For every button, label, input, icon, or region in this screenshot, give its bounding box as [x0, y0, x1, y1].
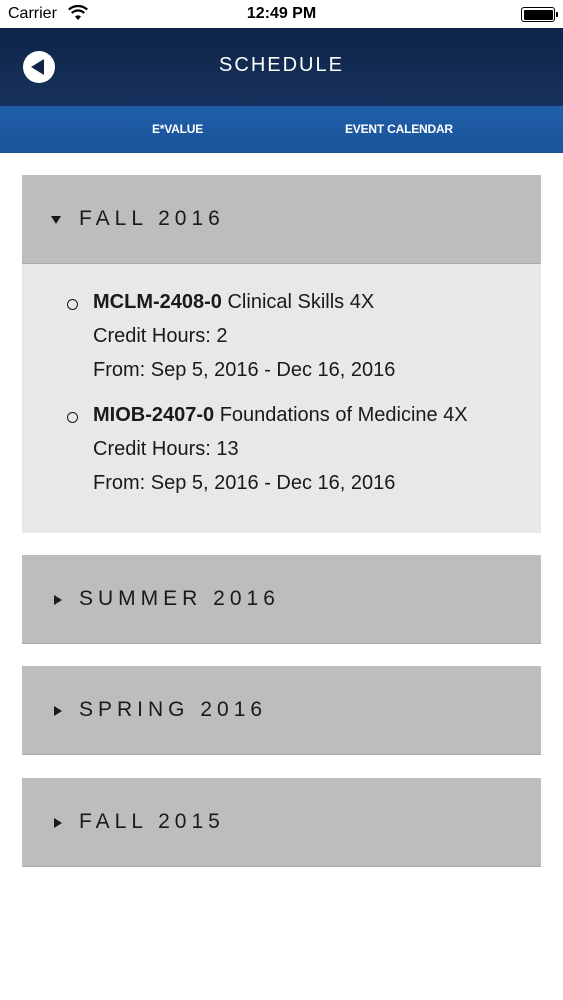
course-credit-hours: Credit Hours: 2 [93, 325, 228, 347]
term-section-fall-2015: FALL 2015 [22, 778, 541, 867]
course-credit-hours: Credit Hours: 13 [93, 438, 239, 460]
course-code: MIOB-2407-0 [93, 404, 215, 426]
tab-evalue[interactable]: E*VALUE [152, 122, 203, 136]
term-header-fall-2015[interactable]: FALL 2015 [22, 778, 541, 867]
caret-down-icon [51, 216, 61, 224]
course-code: MCLM-2408-0 [93, 291, 222, 313]
course-dates: From: Sep 5, 2016 - Dec 16, 2016 [93, 472, 396, 494]
term-label: SUMMER 2016 [79, 587, 280, 610]
term-header-summer-2016[interactable]: SUMMER 2016 [22, 555, 541, 644]
bullet-icon [67, 412, 78, 423]
course-dates: From: Sep 5, 2016 - Dec 16, 2016 [93, 359, 396, 381]
tab-bar: E*VALUE EVENT CALENDAR [0, 106, 563, 153]
term-header-fall-2016[interactable]: FALL 2016 [22, 175, 541, 264]
caret-right-icon [54, 818, 62, 828]
bullet-icon [67, 299, 78, 310]
caret-right-icon [54, 595, 62, 605]
term-course-list: MCLM-2408-0 Clinical Skills 4X Credit Ho… [22, 264, 541, 533]
term-label: FALL 2015 [79, 810, 225, 833]
term-header-spring-2016[interactable]: SPRING 2016 [22, 666, 541, 755]
page-title: SCHEDULE [219, 54, 344, 76]
term-section-summer-2016: SUMMER 2016 [22, 555, 541, 644]
status-bar: Carrier 12:49 PM [0, 0, 563, 28]
term-label: FALL 2016 [79, 207, 225, 230]
caret-right-icon [54, 706, 62, 716]
course-name: Foundations of Medicine 4X [219, 404, 468, 426]
clock-time: 12:49 PM [246, 5, 317, 22]
term-section-fall-2016: FALL 2016 MCLM-2408-0 Clinical Skills 4X… [22, 175, 541, 533]
tab-event-calendar[interactable]: EVENT CALENDAR [345, 122, 453, 136]
course-name: Clinical Skills 4X [227, 291, 375, 313]
battery-icon [521, 7, 558, 22]
term-section-spring-2016: SPRING 2016 [22, 666, 541, 755]
app-header: SCHEDULE [0, 28, 563, 106]
term-label: SPRING 2016 [79, 698, 268, 721]
